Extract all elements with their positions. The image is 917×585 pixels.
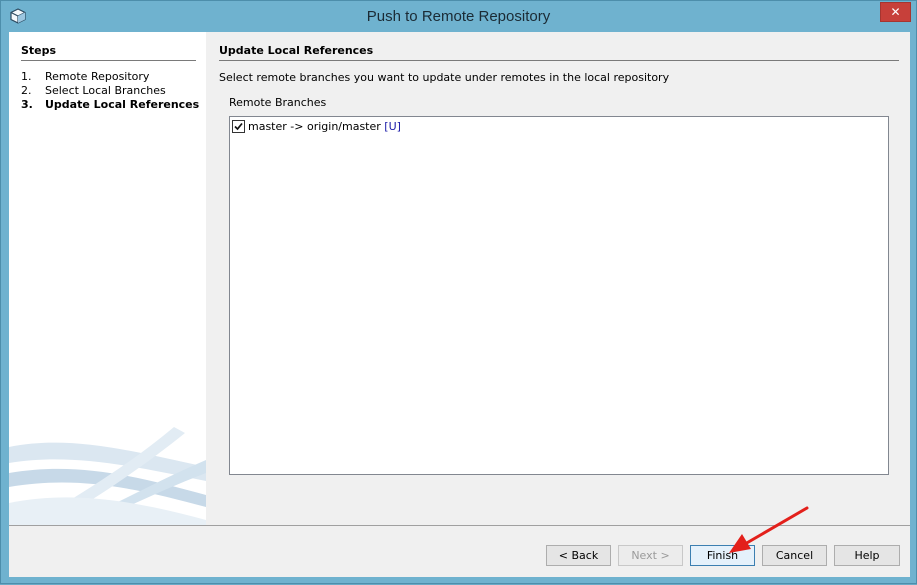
step-item-current: 3. Update Local References (21, 98, 206, 112)
step-number: 2. (21, 84, 32, 97)
decorative-swoosh (9, 427, 206, 525)
title-bar[interactable]: Push to Remote Repository ✕ (1, 1, 916, 31)
window-title: Push to Remote Repository (366, 8, 551, 25)
close-button[interactable]: ✕ (880, 2, 911, 22)
branch-tag: [U] (384, 120, 401, 133)
step-content: Update Local References Select remote br… (219, 32, 910, 525)
step-label: Select Local Branches (45, 84, 166, 97)
finish-button[interactable]: Finish (690, 545, 755, 566)
button-separator (9, 525, 910, 526)
step-item: 1. Remote Repository (21, 70, 206, 84)
section-title: Update Local References (219, 44, 899, 61)
dialog-body: Steps 1. Remote Repository 2. Select Loc… (9, 32, 910, 577)
step-number: 1. (21, 70, 32, 83)
step-list: 1. Remote Repository 2. Select Local Bra… (21, 70, 206, 112)
step-item: 2. Select Local Branches (21, 84, 206, 98)
next-button[interactable]: Next > (618, 545, 683, 566)
step-label: Remote Repository (45, 70, 150, 83)
branch-checkbox[interactable] (232, 120, 245, 133)
remote-branches-list[interactable]: master -> origin/master [U] (229, 116, 889, 475)
help-button[interactable]: Help (834, 545, 900, 566)
back-button[interactable]: < Back (546, 545, 611, 566)
remote-branches-label: Remote Branches (229, 96, 327, 109)
instruction-text: Select remote branches you want to updat… (219, 71, 670, 84)
steps-panel: Steps 1. Remote Repository 2. Select Loc… (9, 32, 206, 525)
dialog-window: Push to Remote Repository ✕ Steps 1. Rem… (0, 0, 917, 584)
branch-label: master -> origin/master [U] (248, 119, 401, 135)
branch-mapping: master -> origin/master (248, 120, 381, 133)
step-label: Update Local References (45, 98, 200, 111)
step-number: 3. (21, 98, 33, 111)
steps-header: Steps (21, 44, 196, 61)
checkmark-icon (234, 122, 243, 131)
cancel-button[interactable]: Cancel (762, 545, 827, 566)
